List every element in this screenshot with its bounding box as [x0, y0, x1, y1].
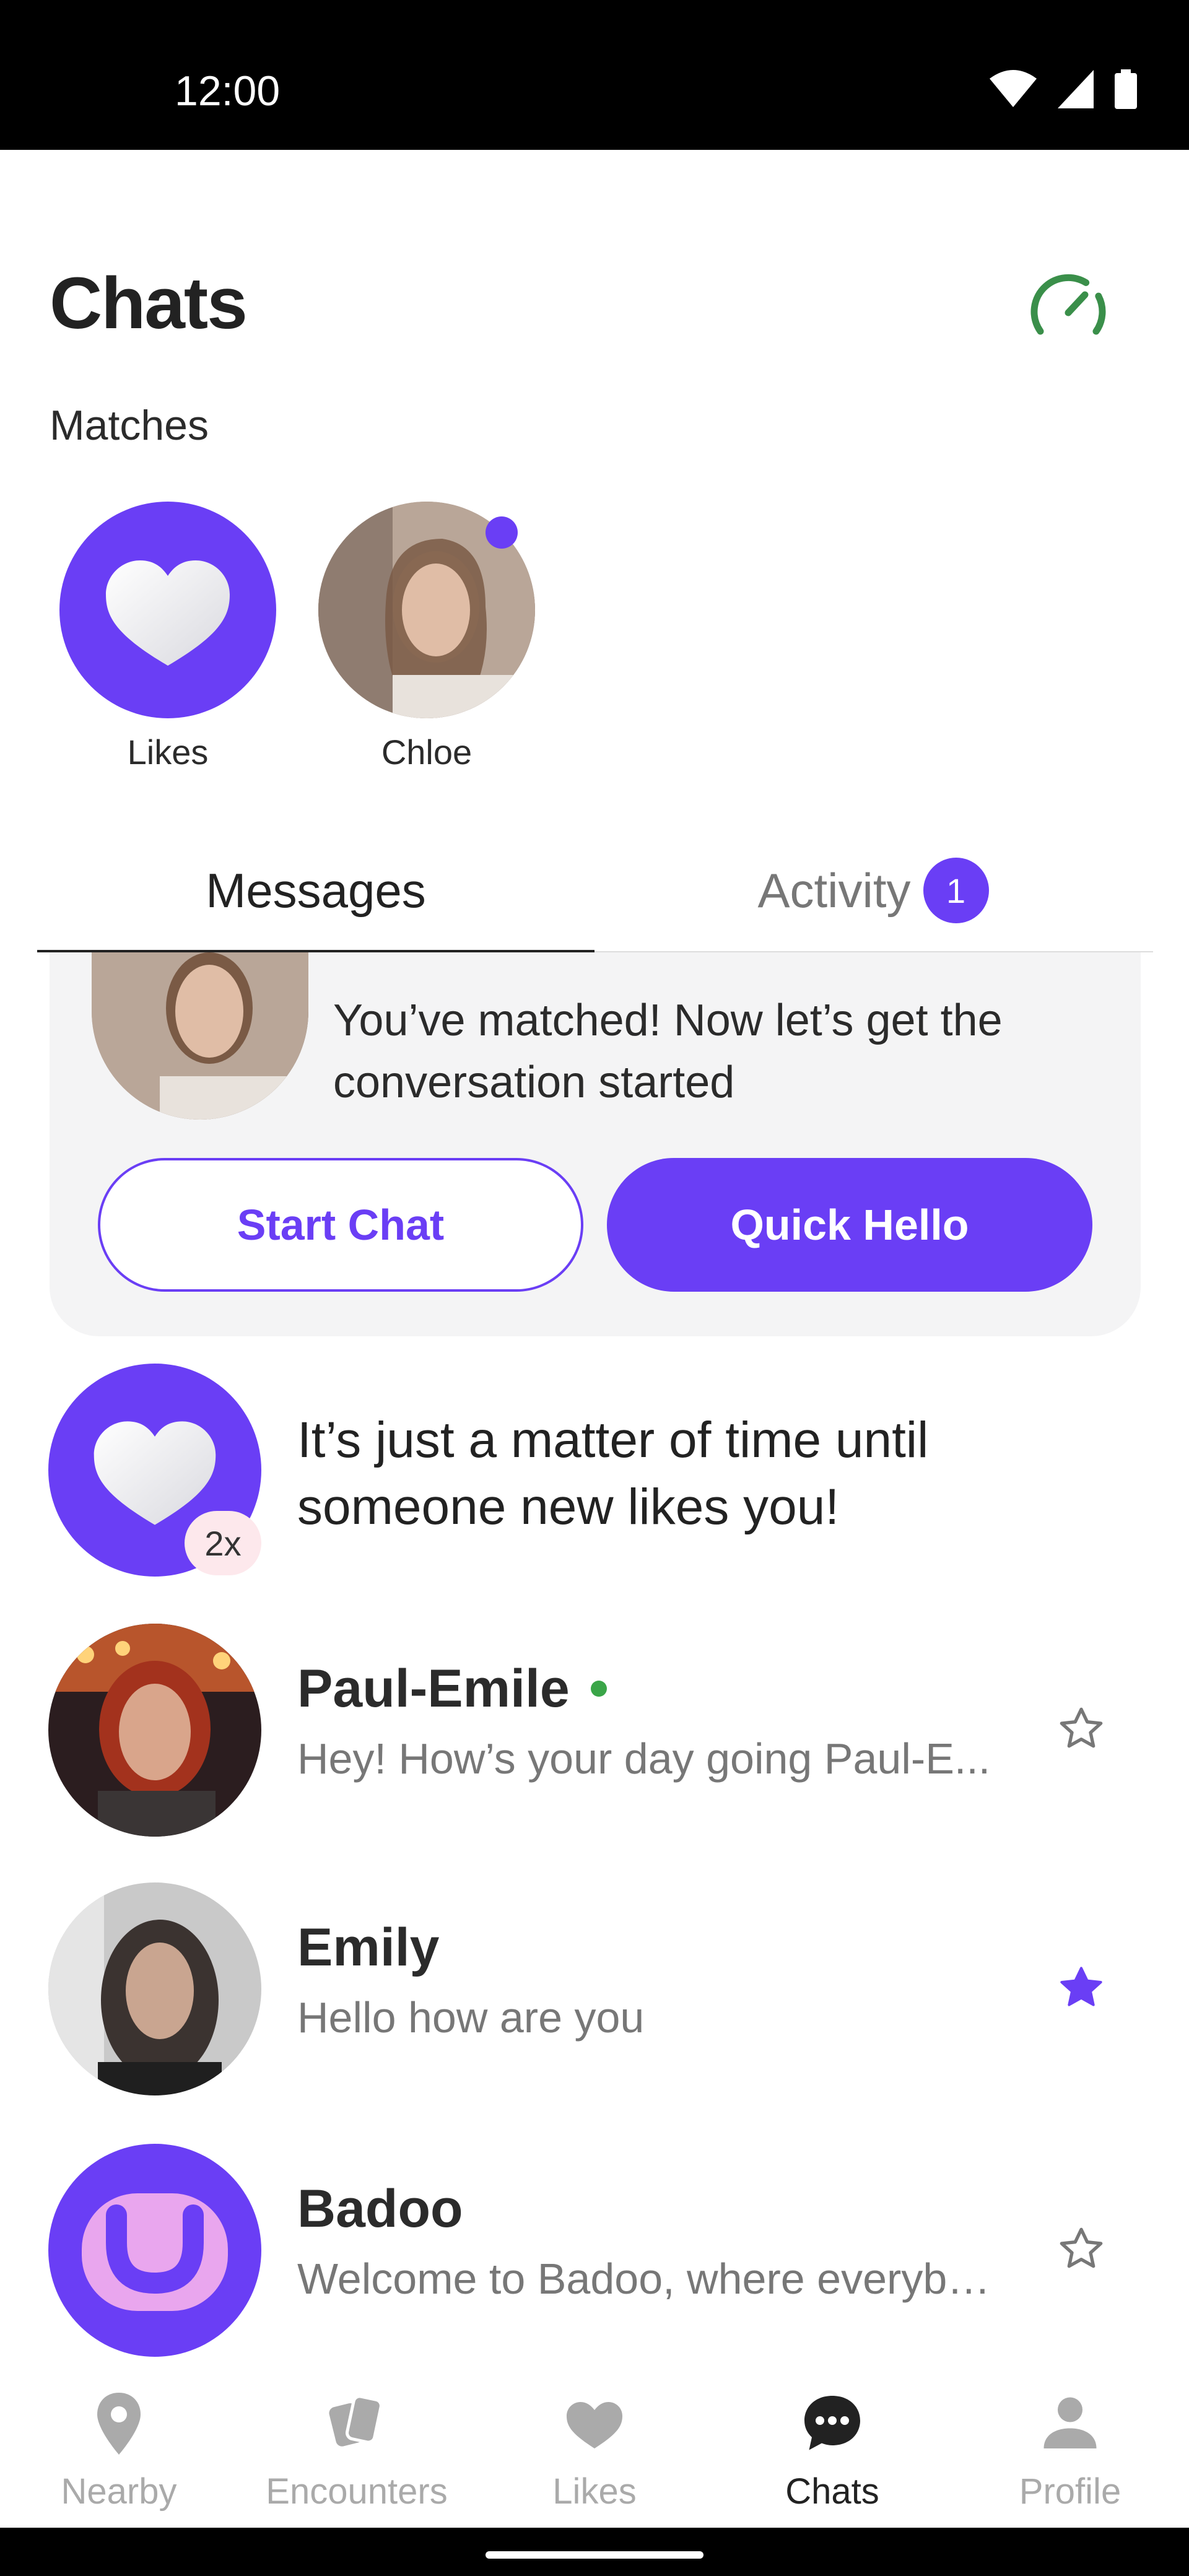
- conversation-name: Badoo: [297, 2179, 463, 2239]
- chloe-card-avatar[interactable]: [92, 952, 308, 1120]
- nav-profile[interactable]: Profile: [951, 2387, 1189, 2523]
- nav-chats[interactable]: Chats: [713, 2387, 951, 2523]
- new-match-dot: [486, 516, 518, 549]
- new-match-card: You’ve matched! Now let’s get the conver…: [50, 952, 1141, 1336]
- star-outline-icon[interactable]: [1056, 1704, 1106, 1754]
- cards-icon: [329, 2395, 383, 2447]
- activity-count-badge: 1: [923, 858, 989, 923]
- match-chloe-label: Chloe: [381, 733, 473, 772]
- badoo-logo-icon: [82, 2193, 228, 2311]
- location-pin-icon: [97, 2393, 141, 2455]
- online-status-dot: [590, 1681, 607, 1697]
- heart-icon: [567, 2402, 622, 2448]
- conversation-row[interactable]: Paul-Emile Hey! How’s your day going Pau…: [0, 1624, 1189, 1847]
- star-outline-icon[interactable]: [1056, 2224, 1106, 2274]
- status-time: 12:00: [175, 67, 281, 115]
- nav-encounters[interactable]: Encounters: [238, 2387, 476, 2523]
- wifi-icon: [990, 70, 1037, 107]
- portrait-photo: [48, 1882, 261, 2095]
- start-chat-button[interactable]: Start Chat: [98, 1158, 583, 1292]
- conversation-name: Paul-Emile: [297, 1658, 607, 1720]
- match-likes-label: Likes: [127, 733, 209, 772]
- chat-tabs: Messages Activity 1: [37, 830, 1153, 954]
- quick-hello-button[interactable]: Quick Hello: [607, 1158, 1092, 1292]
- badoo-logo-avatar: [48, 2144, 261, 2357]
- conversation-name: Emily: [297, 1918, 440, 1977]
- conversation-message: Hello how are you: [297, 1993, 645, 2042]
- bottom-navigation: Nearby Encounters Likes Chats Profile: [0, 2365, 1189, 2528]
- nav-chats-label: Chats: [785, 2471, 879, 2512]
- conversation-message: Welcome to Badoo, where everybo...: [297, 2255, 997, 2303]
- tab-activity-label: Activity: [757, 863, 911, 918]
- nav-likes[interactable]: Likes: [476, 2387, 713, 2523]
- page-title: Chats: [50, 263, 248, 344]
- nav-nearby[interactable]: Nearby: [0, 2387, 238, 2523]
- tab-messages[interactable]: Messages: [37, 830, 594, 951]
- likes-multiplier-badge: 2x: [185, 1511, 261, 1575]
- tab-activity[interactable]: Activity 1: [594, 830, 1152, 951]
- star-filled-icon[interactable]: [1056, 1963, 1106, 2012]
- match-card-message: You’ve matched! Now let’s get the conver…: [333, 996, 1003, 1107]
- matches-label: Matches: [50, 402, 209, 449]
- chat-bubble-icon: [804, 2396, 860, 2450]
- conversation-message: Hey! How’s your day going Paul-E...: [297, 1734, 991, 1783]
- avatar: [48, 1882, 261, 2095]
- home-indicator[interactable]: [486, 2551, 703, 2559]
- match-likes-avatar[interactable]: [59, 502, 276, 718]
- tab-messages-label: Messages: [206, 863, 426, 918]
- likes-promo-row[interactable]: 2x It’s just a matter of time until some…: [0, 1364, 1189, 1586]
- profile-icon: [1043, 2397, 1097, 2448]
- nav-profile-label: Profile: [1019, 2471, 1121, 2512]
- nav-likes-label: Likes: [552, 2471, 637, 2512]
- avatar: [48, 1624, 261, 1837]
- speedometer-icon[interactable]: [1028, 272, 1108, 341]
- signal-icon: [1058, 70, 1094, 108]
- battery-icon: [1115, 69, 1137, 109]
- nav-encounters-label: Encounters: [266, 2471, 448, 2512]
- status-icons: [990, 69, 1137, 109]
- nav-nearby-label: Nearby: [61, 2471, 177, 2512]
- heart-icon: [106, 560, 230, 666]
- portrait-photo: [48, 1624, 261, 1837]
- conversation-row[interactable]: Emily Hello how are you: [0, 1882, 1189, 2105]
- likes-promo-message: It’s just a matter of time until someone…: [297, 1412, 929, 1535]
- portrait-photo: [92, 952, 308, 1120]
- conversation-row[interactable]: Badoo Welcome to Badoo, where everybo...: [0, 2144, 1189, 2367]
- status-bar: 12:00: [0, 0, 1189, 150]
